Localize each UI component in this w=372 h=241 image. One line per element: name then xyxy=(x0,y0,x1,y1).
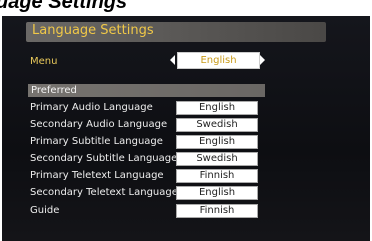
row-secondary-subtitle-language[interactable]: Secondary Subtitle Language Swedish xyxy=(30,151,270,166)
title-bar: Language Settings xyxy=(26,22,326,42)
row-value-box[interactable]: English xyxy=(176,135,258,149)
page-title: Language Settings xyxy=(32,23,154,38)
row-primary-subtitle-language[interactable]: Primary Subtitle Language English xyxy=(30,134,270,149)
row-value-box[interactable]: Finnish xyxy=(176,204,258,218)
row-value-box[interactable]: English xyxy=(176,186,258,200)
row-primary-audio-language[interactable]: Primary Audio Language English xyxy=(30,100,270,115)
row-label: Primary Subtitle Language xyxy=(30,136,163,147)
menu-language-value[interactable]: English xyxy=(177,52,260,69)
menu-label: Menu xyxy=(30,56,58,67)
arrow-right-icon[interactable] xyxy=(260,55,265,65)
row-label: Guide xyxy=(30,205,60,216)
row-value-box[interactable]: Finnish xyxy=(176,169,258,183)
row-guide[interactable]: Guide Finnish xyxy=(30,203,270,218)
row-label: Primary Audio Language xyxy=(30,102,153,113)
row-value-box[interactable]: Swedish xyxy=(176,118,258,132)
section-header-preferred: Preferred xyxy=(28,84,265,97)
row-label: Secondary Subtitle Language xyxy=(30,153,178,164)
row-label: Primary Teletext Language xyxy=(30,170,164,181)
arrow-left-icon[interactable] xyxy=(170,55,175,65)
row-secondary-audio-language[interactable]: Secondary Audio Language Swedish xyxy=(30,117,270,132)
row-label: Secondary Teletext Language xyxy=(30,187,178,198)
row-value-box[interactable]: Swedish xyxy=(176,152,258,166)
section-header-label: Preferred xyxy=(31,85,77,96)
row-secondary-teletext-language[interactable]: Secondary Teletext Language English xyxy=(30,185,270,200)
row-label: Secondary Audio Language xyxy=(30,119,168,130)
menu-language-select[interactable]: English xyxy=(170,52,265,69)
row-value-box[interactable]: English xyxy=(176,101,258,115)
row-primary-teletext-language[interactable]: Primary Teletext Language Finnish xyxy=(30,168,270,183)
document-heading: uage Settings xyxy=(0,0,128,13)
